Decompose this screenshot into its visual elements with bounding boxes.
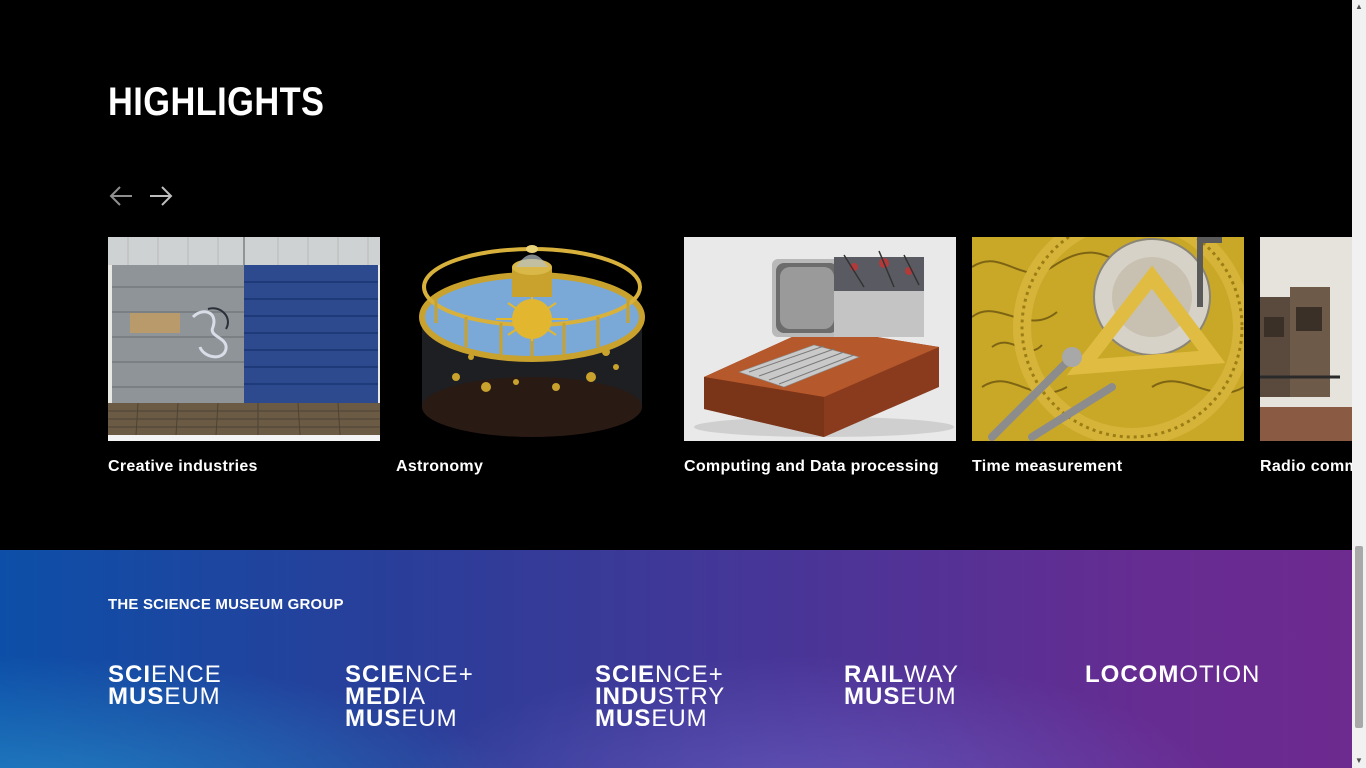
highlight-card-creative-industries[interactable]: Creative industries [108,237,380,476]
arrow-left-icon [109,186,132,206]
scroll-up-arrow-icon[interactable]: ▲ [1352,0,1366,14]
logo-line: MUSEUM [108,683,221,710]
carousel-next-button[interactable] [148,184,174,208]
science-industry-museum-logo[interactable]: SCIENCE+ INDUSTRY MUSEUM [595,663,725,732]
logo-line: LOCOMOTION [1085,661,1261,688]
carousel-controls [108,184,174,208]
highlight-card-label: Time measurement [972,458,1123,475]
highlight-card-label: Computing and Data processing [684,458,939,475]
highlight-card-astronomy[interactable]: Astronomy [396,237,668,476]
highlights-section: HIGHLIGHTS Creative industries Astronomy… [0,0,1352,550]
highlight-card-radio[interactable]: Radio comm [1260,237,1352,476]
scrollbar-thumb[interactable] [1355,546,1363,728]
locomotion-logo[interactable]: LOCOMOTION [1085,661,1261,688]
brass-orrery-photo [396,237,668,441]
museum-group-footer: THE SCIENCE MUSEUM GROUP SCIENCE MUSEUM … [0,550,1352,768]
painted-wooden-crate-photo [108,237,380,441]
page-scrollbar[interactable]: ▲ ▼ [1352,0,1366,768]
arrow-right-icon [150,186,173,206]
highlight-card-time-measurement[interactable]: Time measurement [972,237,1244,476]
railway-museum-logo[interactable]: RAILWAY MUSEUM [844,663,959,710]
highlights-carousel: Creative industries Astronomy Computing … [108,237,1352,476]
carousel-prev-button[interactable] [108,184,134,208]
science-museum-logo[interactable]: SCIENCE MUSEUM [108,663,222,710]
logo-line: MUSEUM [844,683,957,710]
highlight-card-label: Astronomy [396,458,484,475]
section-title: HIGHLIGHTS [108,80,325,124]
logo-line: MUSEUM [595,705,708,732]
scroll-down-arrow-icon[interactable]: ▼ [1352,754,1366,768]
page: HIGHLIGHTS Creative industries Astronomy… [0,0,1366,768]
group-title: THE SCIENCE MUSEUM GROUP [108,596,344,613]
highlight-card-label: Radio comm [1260,458,1352,475]
engraved-clock-gears-photo [972,237,1244,441]
logo-line: MUSEUM [345,705,458,732]
vintage-computer-photo [684,237,956,441]
radio-equipment-photo [1260,237,1352,441]
highlight-card-label: Creative industries [108,458,258,475]
science-media-museum-logo[interactable]: SCIENCE+ MEDIA MUSEUM [345,663,474,732]
highlight-card-computing[interactable]: Computing and Data processing [684,237,956,476]
